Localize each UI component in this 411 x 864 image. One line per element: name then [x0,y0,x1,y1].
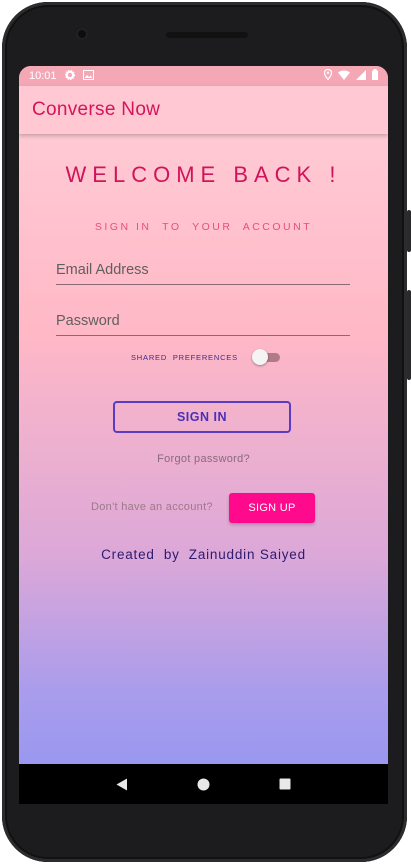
location-icon [323,68,333,83]
home-icon[interactable] [195,776,211,792]
image-icon [82,69,94,83]
toggle-thumb [251,349,268,365]
password-input[interactable] [56,307,350,335]
app-title: Converse Now [32,99,161,120]
shared-preferences-row: SHARED PREFERENCES [131,349,282,365]
sign-up-button[interactable]: SIGN UP [229,493,315,523]
app-screen: 10:01 Converse Now WELCOME BACK ! SIGN I… [19,66,388,764]
wifi-icon [338,70,350,83]
email-field [56,256,350,285]
shared-preferences-toggle[interactable] [251,349,282,365]
email-input[interactable] [56,256,350,284]
recents-icon[interactable] [277,776,293,792]
sign-in-button[interactable]: SIGN IN [113,401,291,433]
no-account-label: Don't have an account? [91,501,213,513]
shared-preferences-label: SHARED PREFERENCES [131,352,238,362]
signin-subtitle: SIGN IN TO YOUR ACCOUNT [94,221,313,233]
navigation-bar [19,764,388,804]
password-field [56,307,350,336]
back-icon[interactable] [114,776,130,792]
app-bar: Converse Now [19,86,388,134]
welcome-heading: WELCOME BACK ! [65,162,342,187]
status-time: 10:01 [29,70,57,82]
created-by-label: Created by Zainuddin Saiyed [101,547,306,562]
battery-icon [372,69,378,83]
status-bar: 10:01 [19,66,388,86]
volume-button [407,290,411,380]
gear-icon [64,69,75,83]
power-button [407,210,411,252]
speaker-grille [166,32,248,38]
forgot-password-link[interactable]: Forgot password? [19,453,388,465]
front-camera [76,28,88,40]
signal-icon [356,69,366,83]
